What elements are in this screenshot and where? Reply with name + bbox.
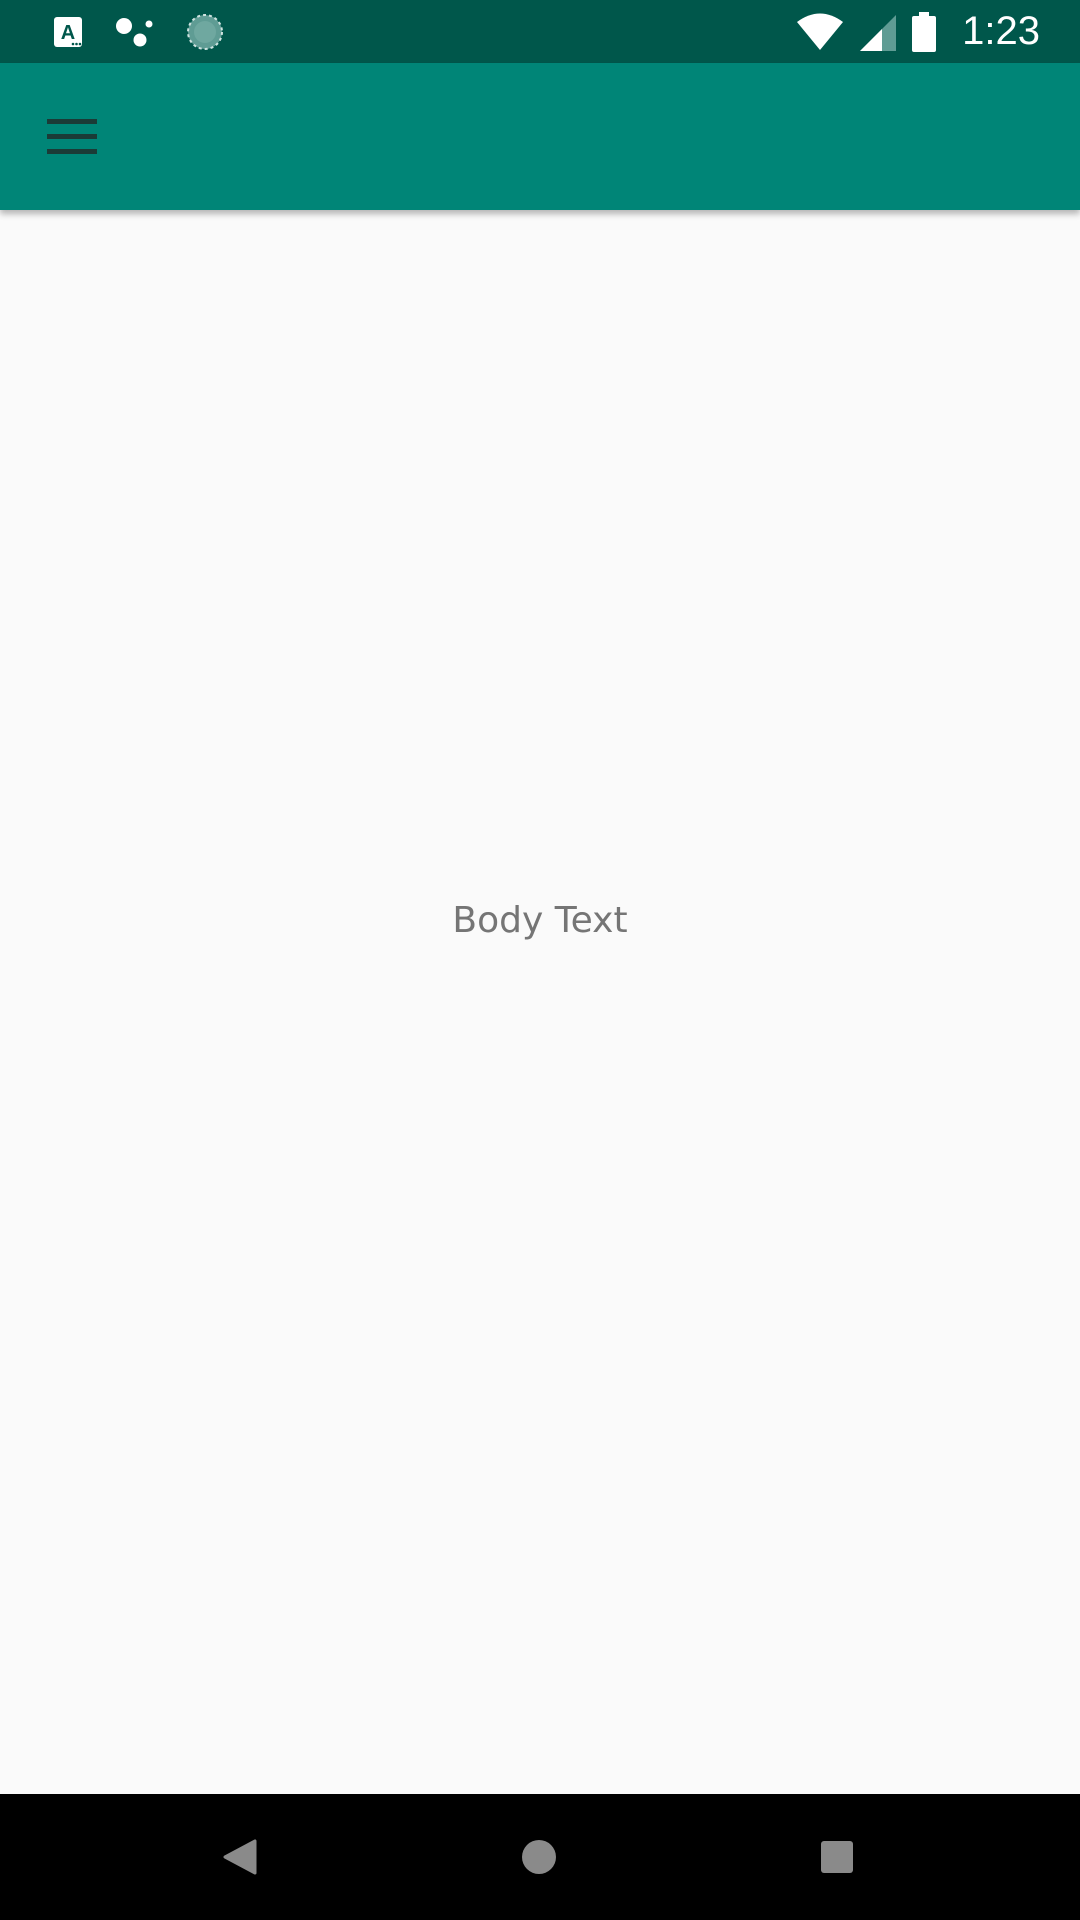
app-a-icon: A [52, 15, 84, 49]
app-bar [0, 63, 1080, 210]
recents-button[interactable] [797, 1817, 877, 1897]
status-left-icons: A [52, 0, 254, 63]
body-text: Body Text [452, 900, 628, 941]
home-button[interactable] [499, 1817, 579, 1897]
recents-icon [817, 1837, 857, 1877]
main-content: Body Text [0, 210, 1080, 1794]
screen: A 1:23 Body Text [0, 0, 1080, 1920]
status-bar: A 1:23 [0, 0, 1080, 63]
wifi-icon [796, 13, 844, 51]
back-icon [221, 1837, 261, 1877]
battery-icon [912, 11, 937, 52]
cell-signal-icon [860, 13, 897, 51]
hamburger-menu-icon [47, 117, 99, 157]
assistant-dots-icon [114, 15, 156, 49]
navigation-bar [0, 1794, 1080, 1920]
back-button[interactable] [201, 1817, 281, 1897]
status-right-icons: 1:23 [780, 0, 1040, 63]
loading-spinner-icon [186, 13, 224, 51]
status-clock: 1:23 [962, 9, 1040, 53]
home-icon [519, 1837, 559, 1877]
menu-button[interactable] [24, 100, 122, 174]
svg-text:A: A [61, 22, 75, 44]
